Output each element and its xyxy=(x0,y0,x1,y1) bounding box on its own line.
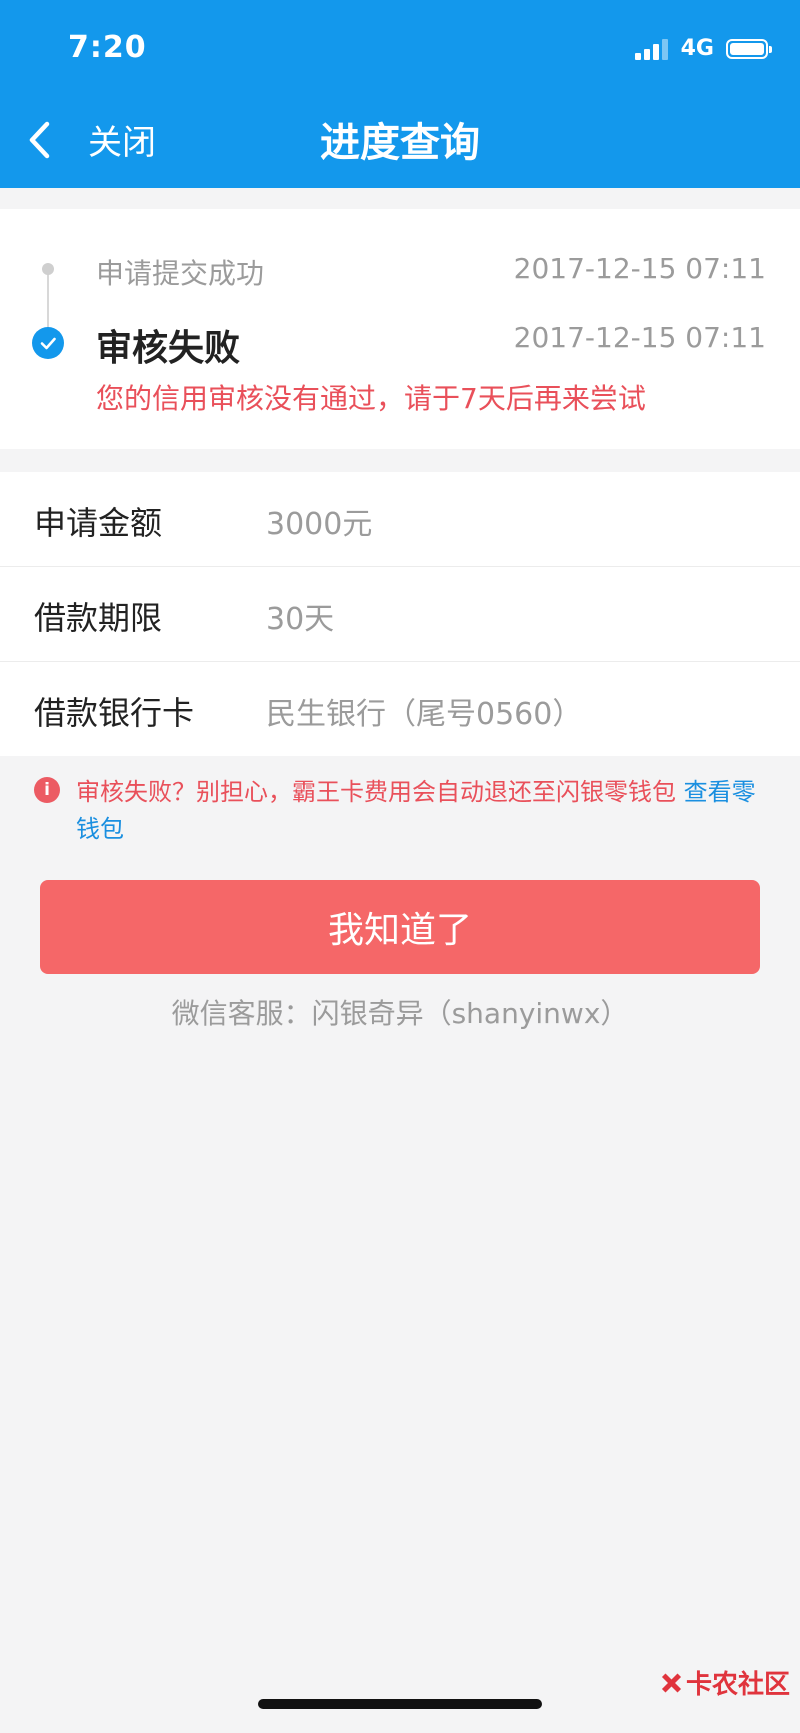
step-failed-description: 您的信用审核没有通过，请于7天后再来尝试 xyxy=(96,382,646,415)
detail-row-term: 借款期限 30天 xyxy=(0,567,800,662)
network-label: 4G xyxy=(680,36,714,61)
check-circle-icon xyxy=(32,327,64,359)
notice-message: 审核失败？别担心，霸王卡费用会自动退还至闪银零钱包 xyxy=(76,778,676,806)
app-header: 7:20 4G 关闭 进度查询 xyxy=(0,0,800,188)
detail-row-amount: 申请金额 3000元 xyxy=(0,472,800,567)
battery-icon xyxy=(726,38,772,59)
close-label: 关闭 xyxy=(88,123,156,163)
loan-details: 申请金额 3000元 借款期限 30天 借款银行卡 民生银行（尾号0560） xyxy=(0,472,800,756)
detail-value: 3000元 xyxy=(266,507,373,542)
detail-row-bank-card: 借款银行卡 民生银行（尾号0560） xyxy=(0,662,800,756)
acknowledge-button[interactable]: 我知道了 xyxy=(40,880,760,974)
signal-icon xyxy=(634,38,671,60)
detail-label: 借款期限 xyxy=(34,599,163,637)
info-icon: i xyxy=(34,777,60,803)
detail-label: 申请金额 xyxy=(34,504,163,542)
step-submitted-time: 2017-12-15 07:11 xyxy=(513,252,766,285)
close-button[interactable]: 关闭 xyxy=(28,115,156,164)
detail-value: 30天 xyxy=(266,602,335,637)
detail-label: 借款银行卡 xyxy=(34,694,195,732)
step-failed-label: 审核失败 xyxy=(96,328,241,369)
step-failed-time: 2017-12-15 07:11 xyxy=(513,321,766,354)
watermark-text: 卡农社区 xyxy=(685,1670,790,1700)
timeline-dot-icon xyxy=(42,263,54,275)
customer-service-info: 微信客服：闪银奇异（shanyinwx） xyxy=(171,997,629,1030)
home-indicator[interactable] xyxy=(258,1699,542,1709)
detail-value: 民生银行（尾号0560） xyxy=(266,697,583,732)
progress-timeline: 申请提交成功 2017-12-15 07:11 审核失败 2017-12-15 … xyxy=(0,209,800,449)
step-submitted-label: 申请提交成功 xyxy=(96,257,265,290)
watermark-logo-icon xyxy=(660,1672,682,1694)
notice-text: 审核失败？别担心，霸王卡费用会自动退还至闪银零钱包 查看零钱包 xyxy=(76,774,770,848)
status-indicators: 4G xyxy=(634,36,772,61)
refund-notice: i 审核失败？别担心，霸王卡费用会自动退还至闪银零钱包 查看零钱包 xyxy=(34,774,770,848)
status-time: 7:20 xyxy=(68,30,147,65)
chevron-left-icon xyxy=(29,121,50,158)
watermark: 卡农社区 xyxy=(660,1664,790,1701)
